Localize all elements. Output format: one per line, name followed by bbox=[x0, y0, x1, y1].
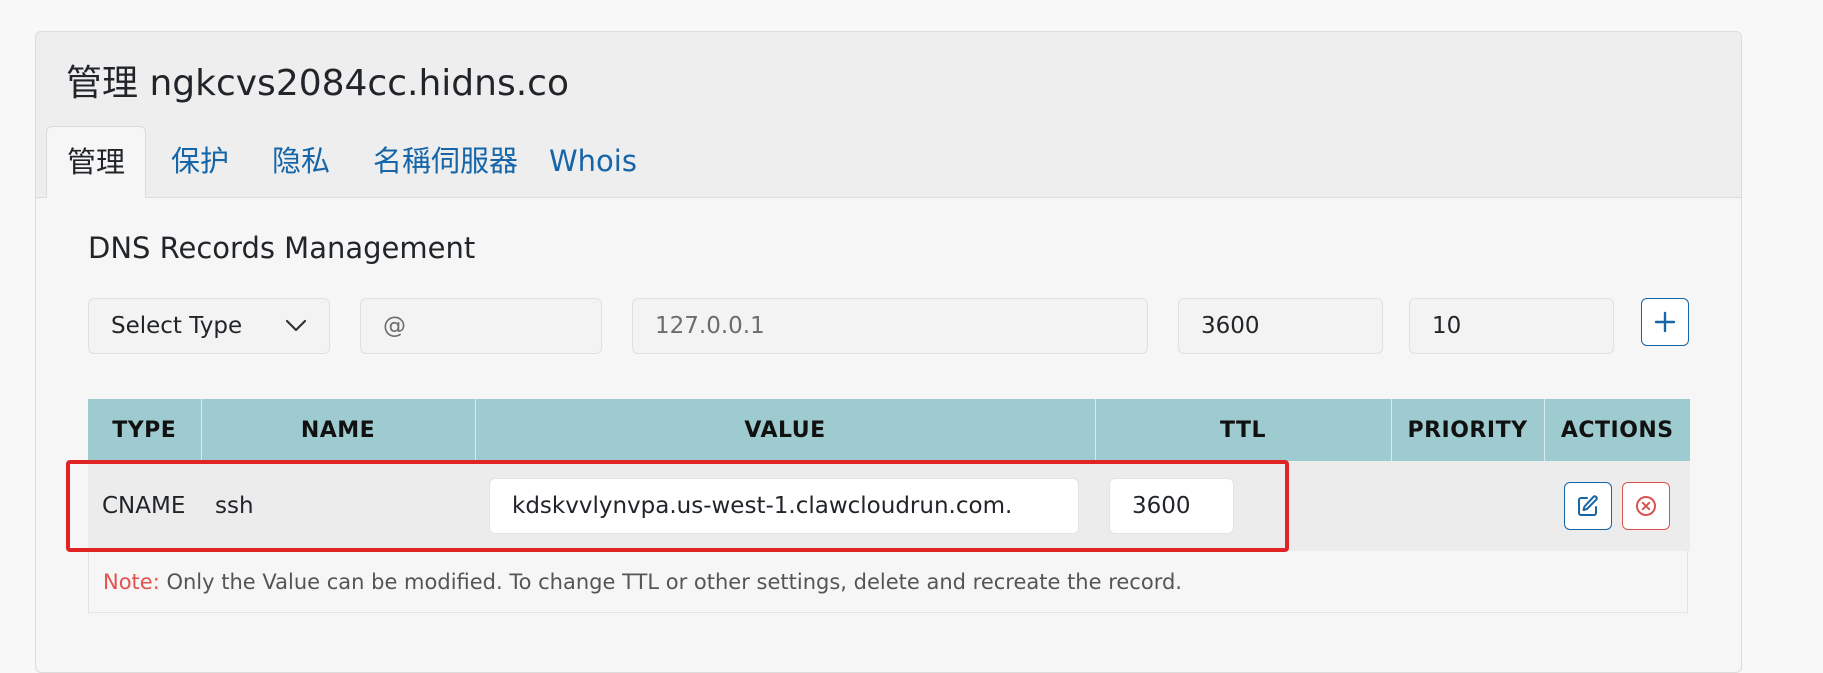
column-header-name: NAME bbox=[200, 399, 475, 461]
record-type-select[interactable]: Select Type bbox=[88, 298, 330, 354]
table-row: CNAME ssh bbox=[88, 461, 1690, 551]
dns-records-table: TYPE NAME VALUE TTL PRIORITY ACTIONS CNA… bbox=[88, 399, 1690, 551]
page-title: 管理 ngkcvs2084cc.hidns.co bbox=[66, 63, 569, 104]
record-value-cell bbox=[475, 461, 1095, 551]
note-label: Note: bbox=[103, 570, 160, 594]
delete-record-button[interactable] bbox=[1622, 482, 1670, 530]
record-actions-cell bbox=[1544, 461, 1690, 551]
section-title: DNS Records Management bbox=[88, 231, 476, 265]
record-priority-input[interactable] bbox=[1409, 298, 1614, 354]
column-header-value: VALUE bbox=[474, 399, 1095, 461]
edit-icon bbox=[1578, 495, 1598, 516]
tab-whois[interactable]: Whois bbox=[549, 126, 637, 197]
edit-note: Note: Only the Value can be modified. To… bbox=[88, 551, 1688, 613]
record-name-cell: ssh bbox=[201, 461, 475, 551]
chevron-down-icon bbox=[285, 319, 307, 332]
record-ttl-cell bbox=[1095, 461, 1391, 551]
plus-icon bbox=[1654, 311, 1676, 333]
record-type-cell: CNAME bbox=[88, 461, 201, 551]
note-text: Only the Value can be modified. To chang… bbox=[159, 570, 1182, 594]
record-type-select-label: Select Type bbox=[111, 313, 243, 339]
record-priority-cell bbox=[1391, 461, 1544, 551]
record-value-edit-input[interactable] bbox=[489, 478, 1079, 534]
table-header-row: TYPE NAME VALUE TTL PRIORITY ACTIONS bbox=[88, 399, 1690, 461]
domain-management-panel: 管理 ngkcvs2084cc.hidns.co 管理 保护 隐私 名稱伺服器 … bbox=[35, 31, 1742, 673]
record-ttl-edit-input[interactable] bbox=[1109, 478, 1234, 534]
edit-record-button[interactable] bbox=[1564, 482, 1612, 530]
add-record-button[interactable] bbox=[1641, 298, 1689, 346]
column-header-type: TYPE bbox=[88, 399, 201, 461]
delete-circle-x-icon bbox=[1636, 496, 1656, 516]
panel-header: 管理 ngkcvs2084cc.hidns.co 管理 保护 隐私 名稱伺服器 … bbox=[36, 32, 1741, 198]
record-value-input[interactable] bbox=[632, 298, 1148, 354]
column-header-priority: PRIORITY bbox=[1390, 399, 1544, 461]
column-header-actions: ACTIONS bbox=[1543, 399, 1690, 461]
tab-privacy[interactable]: 隐私 bbox=[272, 126, 330, 197]
tab-nameservers[interactable]: 名稱伺服器 bbox=[373, 126, 518, 197]
column-header-ttl: TTL bbox=[1094, 399, 1391, 461]
record-name-input[interactable] bbox=[360, 298, 602, 354]
tab-protect[interactable]: 保护 bbox=[171, 126, 229, 197]
tab-manage[interactable]: 管理 bbox=[46, 126, 146, 198]
record-ttl-input[interactable] bbox=[1178, 298, 1383, 354]
